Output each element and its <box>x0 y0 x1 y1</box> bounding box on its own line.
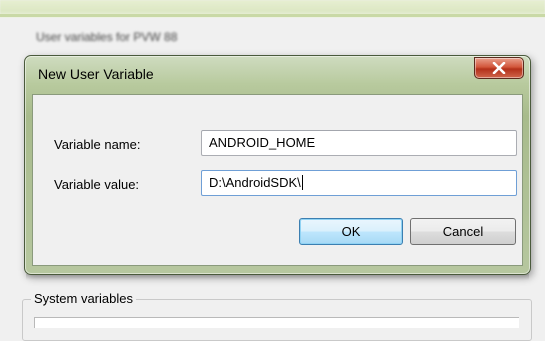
variable-name-label: Variable name: <box>54 137 141 152</box>
system-variables-list[interactable] <box>34 317 519 328</box>
text-caret <box>301 175 303 190</box>
user-variables-heading: User variables for PVW 88 <box>36 30 178 44</box>
ok-button[interactable]: OK <box>299 218 403 245</box>
variable-value-text: D:\AndroidSDK\ <box>209 175 301 190</box>
parent-window-title-strip-edge <box>0 14 545 17</box>
dialog-client-area: Variable name: ANDROID_HOME Variable val… <box>32 94 523 266</box>
dialog-title: New User Variable <box>38 66 154 82</box>
variable-value-label: Variable value: <box>54 177 140 192</box>
new-user-variable-dialog: New User Variable Variable name: ANDROID… <box>24 55 531 275</box>
variable-value-input[interactable]: D:\AndroidSDK\ <box>201 170 517 196</box>
close-button[interactable] <box>474 57 524 79</box>
system-variables-label: System variables <box>31 291 136 306</box>
variable-name-input[interactable]: ANDROID_HOME <box>201 130 517 156</box>
cancel-button[interactable]: Cancel <box>410 218 516 245</box>
close-x-icon <box>492 62 506 74</box>
